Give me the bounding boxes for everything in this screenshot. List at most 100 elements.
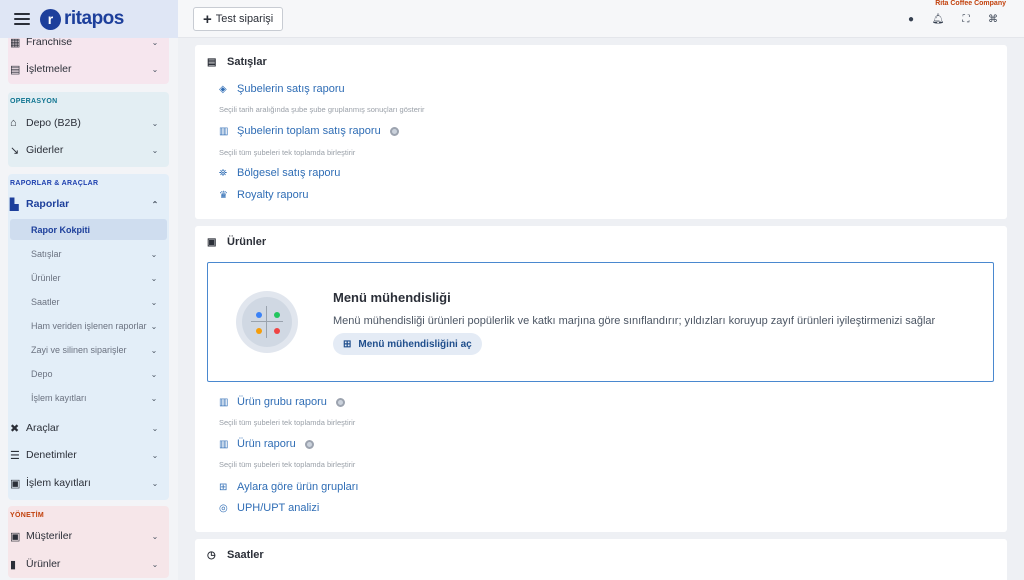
sidebar-item-label: Denetimler	[26, 449, 77, 461]
map-icon: ⛯	[219, 167, 227, 179]
sidebar-item-isletmeler[interactable]: ▤ İşletmeler ⌄	[10, 58, 160, 80]
crown-icon: ♛	[219, 189, 228, 201]
sidebar-sub-label: Rapor Kokpiti	[31, 225, 91, 235]
sidebar-sub-satislar[interactable]: Satışlar ⌄	[31, 244, 159, 264]
product-group-report-desc: Seçili tüm şubeleri tek toplamda birleşt…	[219, 418, 356, 427]
warehouse-icon: ⌂	[10, 117, 17, 129]
chevron-down-icon: ⌄	[151, 118, 159, 128]
clipboard-icon: ▣	[207, 236, 217, 248]
checklist-icon: ☰	[10, 449, 20, 462]
chevron-down-icon: ⌄	[150, 249, 158, 259]
sidebar-sub-ham-veri[interactable]: Ham veriden işlenen raporlar ⌄	[31, 316, 159, 336]
product-report-link[interactable]: ▥ Ürün raporu	[219, 438, 314, 450]
document-icon: ▤	[207, 56, 217, 68]
sidebar-item-label: İşlem kayıtları	[26, 477, 91, 489]
sidebar-item-label: Araçlar	[26, 422, 60, 434]
clipboard-icon: ▣	[10, 477, 21, 490]
sidebar-item-musteriler[interactable]: ▣ Müşteriler ⌄	[10, 525, 160, 547]
link-label: Bölgesel satış raporu	[237, 167, 341, 179]
link-label: UPH/UPT analizi	[237, 502, 320, 514]
sidebar-item-denetimler[interactable]: ☰ Denetimler ⌄	[10, 444, 160, 466]
total-sales-report-desc: Seçili tüm şubeleri tek toplamda birleşt…	[219, 148, 356, 157]
target-icon: ◎	[219, 502, 228, 514]
sidebar-sub-urunler[interactable]: Ürünler ⌄	[31, 268, 159, 288]
chevron-down-icon: ⌄	[151, 559, 159, 569]
menu-icon[interactable]	[14, 13, 30, 25]
sidebar-sub-saatler[interactable]: Saatler ⌄	[31, 292, 159, 312]
link-label: Royalty raporu	[237, 189, 309, 201]
chevron-down-icon: ⌄	[150, 345, 158, 355]
chevron-down-icon: ⌄	[150, 321, 158, 331]
product-report-desc: Seçili tüm şubeleri tek toplamda birleşt…	[219, 460, 356, 469]
sidebar-sub-label: Saatler	[31, 297, 60, 307]
chevron-down-icon: ⌄	[151, 450, 159, 460]
chevron-down-icon: ⌄	[150, 369, 158, 379]
hours-title-text: Saatler	[227, 549, 264, 561]
test-order-label: Test siparişi	[215, 13, 274, 25]
layers-icon: ◈	[219, 83, 227, 95]
chevron-down-icon: ⌄	[151, 478, 159, 488]
sidebar-sub-label: Ham veriden işlenen raporlar	[31, 321, 147, 331]
logo-mark: r	[40, 8, 61, 30]
info-badge-icon	[389, 126, 399, 136]
hours-card: ◷ Saatler	[195, 539, 1007, 580]
menu-engineering-panel: Menü mühendisliği Menü mühendisliği ürün…	[207, 262, 994, 382]
logo-text: ritapos	[64, 8, 124, 29]
chevron-down-icon: ⌄	[150, 297, 158, 307]
regional-sales-report-link[interactable]: ⛯ Bölgesel satış raporu	[219, 167, 340, 179]
products-card: ▣ Ürünler Menü mühendisliği Menü mühendi…	[195, 226, 1007, 532]
sidebar-item-label: Raporlar	[26, 198, 70, 210]
info-badge-icon	[335, 397, 345, 407]
link-label: Ürün raporu	[237, 438, 296, 450]
plus-icon: +	[203, 10, 212, 28]
total-sales-report-link[interactable]: ▥ Şubelerin toplam satış raporu	[219, 125, 399, 137]
building-icon: ▥	[219, 438, 229, 450]
sidebar-item-depo-b2b[interactable]: ⌂ Depo (B2B) ⌄	[10, 112, 160, 134]
open-menu-engineering-button[interactable]: ⊞ Menü mühendisliğini aç	[333, 333, 482, 355]
sidebar-item-urunler[interactable]: ▮ Ürünler ⌄	[10, 553, 160, 575]
chevron-down-icon: ⌄	[151, 64, 159, 74]
sidebar-sub-islem-kayitlari[interactable]: İşlem kayıtları ⌄	[31, 388, 159, 408]
link-label: Aylara göre ürün grupları	[237, 481, 359, 493]
account-icon[interactable]: ●	[904, 12, 918, 26]
sidebar-item-label: Ürünler	[26, 558, 61, 570]
product-group-report-link[interactable]: ▥ Ürün grubu raporu	[219, 396, 345, 408]
branch-sales-report-link[interactable]: ◈ Şubelerin satış raporu	[219, 83, 345, 95]
chevron-down-icon: ⌄	[151, 145, 159, 155]
products-card-title: ▣ Ürünler	[207, 236, 266, 248]
sidebar-item-giderler[interactable]: ↘ Giderler ⌄	[10, 139, 160, 161]
fullscreen-icon[interactable]: ⛶	[959, 12, 973, 26]
bell-icon[interactable]: 🔔︎	[931, 12, 945, 26]
logo[interactable]: r ritapos	[40, 8, 124, 30]
branch-sales-report-desc: Seçili tarih aralığında şube şube grupla…	[219, 105, 425, 114]
button-label: Menü mühendisliğini aç	[358, 338, 472, 350]
management-group-title: YÖNETİM	[10, 512, 44, 519]
sales-card: ▤ Satışlar ◈ Şubelerin satış raporu Seçi…	[195, 45, 1007, 219]
product-icon: ▮	[10, 558, 17, 571]
sidebar: r ritapos ▦ Franchise ⌄ ▤ İşletmeler ⌄ O…	[0, 0, 178, 580]
sales-title-text: Satışlar	[227, 56, 267, 68]
uph-upt-analysis-link[interactable]: ◎ UPH/UPT analizi	[219, 502, 319, 514]
sidebar-item-label: Depo (B2B)	[26, 117, 81, 129]
sidebar-sub-zayi[interactable]: Zayi ve silinen siparişler ⌄	[31, 340, 159, 360]
contact-icon: ▣	[10, 530, 21, 543]
chevron-up-icon: ⌃	[151, 199, 159, 209]
sitemap-icon[interactable]: ⌘	[986, 12, 1000, 26]
sidebar-sub-label: Depo	[31, 369, 53, 379]
sidebar-item-araclar[interactable]: ✖ Araçlar ⌄	[10, 417, 160, 439]
sidebar-sub-label: Ürünler	[31, 273, 61, 283]
building-icon: ▥	[219, 396, 229, 408]
top-bar: + Test siparişi Rita Coffee Company ● 🔔︎…	[178, 0, 1024, 38]
sidebar-item-label: Giderler	[26, 144, 64, 156]
royalty-report-link[interactable]: ♛ Royalty raporu	[219, 189, 309, 201]
monthly-product-groups-link[interactable]: ⊞ Aylara göre ürün grupları	[219, 481, 358, 493]
test-order-button[interactable]: + Test siparişi	[193, 7, 284, 31]
sidebar-item-islem-kayitlari[interactable]: ▣ İşlem kayıtları ⌄	[10, 472, 160, 494]
sidebar-sub-label: Satışlar	[31, 249, 62, 259]
sidebar-sub-depo[interactable]: Depo ⌄	[31, 364, 159, 384]
sidebar-item-raporlar[interactable]: ▙ Raporlar ⌃	[10, 193, 160, 215]
sidebar-sub-rapor-kokpiti[interactable]: Rapor Kokpiti	[31, 220, 159, 240]
reports-group-title: RAPORLAR & ARAÇLAR	[10, 180, 99, 187]
trend-down-icon: ↘	[10, 144, 20, 157]
chevron-down-icon: ⌄	[150, 273, 158, 283]
